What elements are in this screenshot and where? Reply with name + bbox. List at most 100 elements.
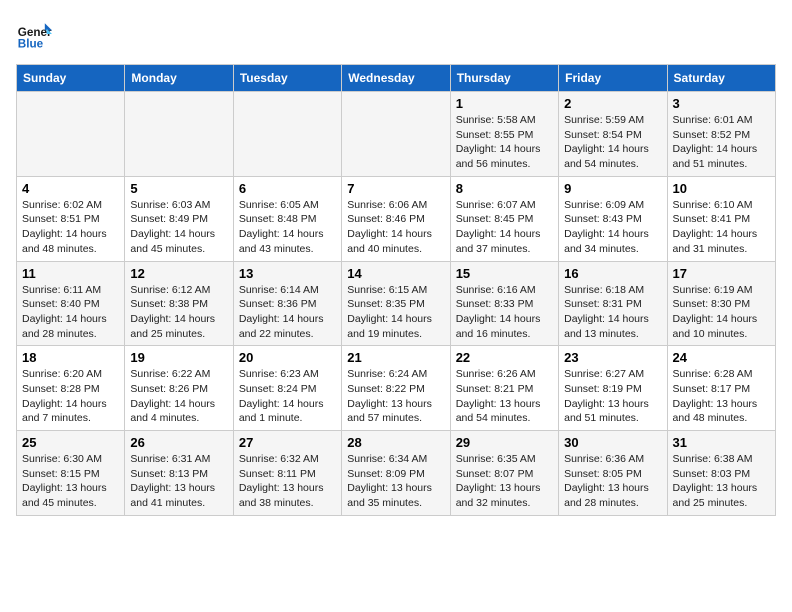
empty-cell — [125, 92, 233, 177]
day-cell-9: 9 Sunrise: 6:09 AMSunset: 8:43 PMDaylight… — [559, 176, 667, 261]
day-header-friday: Friday — [559, 65, 667, 92]
day-cell-13: 13 Sunrise: 6:14 AMSunset: 8:36 PMDayligh… — [233, 261, 341, 346]
empty-cell — [233, 92, 341, 177]
day-info: Sunrise: 6:36 AMSunset: 8:05 PMDaylight:… — [564, 452, 661, 511]
day-info: Sunrise: 6:14 AMSunset: 8:36 PMDaylight:… — [239, 283, 336, 342]
day-cell-22: 22 Sunrise: 6:26 AMSunset: 8:21 PMDayligh… — [450, 346, 558, 431]
day-number: 5 — [130, 181, 227, 196]
day-header-thursday: Thursday — [450, 65, 558, 92]
day-info: Sunrise: 6:23 AMSunset: 8:24 PMDaylight:… — [239, 367, 336, 426]
day-number: 26 — [130, 435, 227, 450]
week-row-4: 25 Sunrise: 6:30 AMSunset: 8:15 PMDayligh… — [17, 431, 776, 516]
day-cell-21: 21 Sunrise: 6:24 AMSunset: 8:22 PMDayligh… — [342, 346, 450, 431]
day-number: 29 — [456, 435, 553, 450]
day-cell-28: 28Sunrise: 6:34 AMSunset: 8:09 PMDayligh… — [342, 431, 450, 516]
day-cell-5: 5 Sunrise: 6:03 AMSunset: 8:49 PMDaylight… — [125, 176, 233, 261]
day-info: Sunrise: 6:26 AMSunset: 8:21 PMDaylight:… — [456, 367, 553, 426]
day-info: Sunrise: 5:58 AMSunset: 8:55 PMDaylight:… — [456, 113, 553, 172]
day-number: 31 — [673, 435, 770, 450]
day-cell-19: 19Sunrise: 6:22 AMSunset: 8:26 PMDayligh… — [125, 346, 233, 431]
empty-cell — [342, 92, 450, 177]
day-cell-30: 30Sunrise: 6:36 AMSunset: 8:05 PMDayligh… — [559, 431, 667, 516]
calendar-header-row: SundayMondayTuesdayWednesdayThursdayFrid… — [17, 65, 776, 92]
day-cell-1: 1 Sunrise: 5:58 AMSunset: 8:55 PMDaylight… — [450, 92, 558, 177]
day-header-sunday: Sunday — [17, 65, 125, 92]
day-number: 6 — [239, 181, 336, 196]
day-cell-29: 29 Sunrise: 6:35 AMSunset: 8:07 PMDayligh… — [450, 431, 558, 516]
day-cell-31: 31 Sunrise: 6:38 AMSunset: 8:03 PMDayligh… — [667, 431, 775, 516]
day-info: Sunrise: 6:19 AMSunset: 8:30 PMDaylight:… — [673, 283, 770, 342]
day-cell-14: 14 Sunrise: 6:15 AMSunset: 8:35 PMDayligh… — [342, 261, 450, 346]
day-cell-16: 16Sunrise: 6:18 AMSunset: 8:31 PMDayligh… — [559, 261, 667, 346]
day-info: Sunrise: 6:11 AMSunset: 8:40 PMDaylight:… — [22, 283, 119, 342]
day-info: Sunrise: 6:28 AMSunset: 8:17 PMDaylight:… — [673, 367, 770, 426]
week-row-2: 11 Sunrise: 6:11 AMSunset: 8:40 PMDayligh… — [17, 261, 776, 346]
week-row-1: 4 Sunrise: 6:02 AMSunset: 8:51 PMDaylight… — [17, 176, 776, 261]
day-info: Sunrise: 6:06 AMSunset: 8:46 PMDaylight:… — [347, 198, 444, 257]
day-info: Sunrise: 6:16 AMSunset: 8:33 PMDaylight:… — [456, 283, 553, 342]
day-cell-12: 12 Sunrise: 6:12 AMSunset: 8:38 PMDayligh… — [125, 261, 233, 346]
calendar-body: 1 Sunrise: 5:58 AMSunset: 8:55 PMDaylight… — [17, 92, 776, 516]
day-number: 3 — [673, 96, 770, 111]
day-number: 23 — [564, 350, 661, 365]
day-info: Sunrise: 6:02 AMSunset: 8:51 PMDaylight:… — [22, 198, 119, 257]
day-header-wednesday: Wednesday — [342, 65, 450, 92]
day-number: 11 — [22, 266, 119, 281]
day-number: 27 — [239, 435, 336, 450]
day-number: 16 — [564, 266, 661, 281]
day-number: 28 — [347, 435, 444, 450]
day-number: 14 — [347, 266, 444, 281]
day-cell-10: 10 Sunrise: 6:10 AMSunset: 8:41 PMDayligh… — [667, 176, 775, 261]
day-number: 12 — [130, 266, 227, 281]
day-number: 24 — [673, 350, 770, 365]
day-number: 17 — [673, 266, 770, 281]
day-cell-25: 25 Sunrise: 6:30 AMSunset: 8:15 PMDayligh… — [17, 431, 125, 516]
day-number: 25 — [22, 435, 119, 450]
day-info: Sunrise: 5:59 AMSunset: 8:54 PMDaylight:… — [564, 113, 661, 172]
day-info: Sunrise: 6:22 AMSunset: 8:26 PMDaylight:… — [130, 367, 227, 426]
day-cell-18: 18 Sunrise: 6:20 AMSunset: 8:28 PMDayligh… — [17, 346, 125, 431]
day-info: Sunrise: 6:27 AMSunset: 8:19 PMDaylight:… — [564, 367, 661, 426]
day-info: Sunrise: 6:09 AMSunset: 8:43 PMDaylight:… — [564, 198, 661, 257]
day-header-tuesday: Tuesday — [233, 65, 341, 92]
day-number: 10 — [673, 181, 770, 196]
calendar-table: SundayMondayTuesdayWednesdayThursdayFrid… — [16, 64, 776, 516]
day-info: Sunrise: 6:05 AMSunset: 8:48 PMDaylight:… — [239, 198, 336, 257]
day-number: 9 — [564, 181, 661, 196]
day-number: 21 — [347, 350, 444, 365]
day-number: 22 — [456, 350, 553, 365]
day-info: Sunrise: 6:24 AMSunset: 8:22 PMDaylight:… — [347, 367, 444, 426]
day-cell-20: 20Sunrise: 6:23 AMSunset: 8:24 PMDayligh… — [233, 346, 341, 431]
day-cell-6: 6 Sunrise: 6:05 AMSunset: 8:48 PMDaylight… — [233, 176, 341, 261]
day-info: Sunrise: 6:31 AMSunset: 8:13 PMDaylight:… — [130, 452, 227, 511]
empty-cell — [17, 92, 125, 177]
day-info: Sunrise: 6:15 AMSunset: 8:35 PMDaylight:… — [347, 283, 444, 342]
day-number: 15 — [456, 266, 553, 281]
day-number: 4 — [22, 181, 119, 196]
day-info: Sunrise: 6:38 AMSunset: 8:03 PMDaylight:… — [673, 452, 770, 511]
day-cell-17: 17 Sunrise: 6:19 AMSunset: 8:30 PMDayligh… — [667, 261, 775, 346]
week-row-0: 1 Sunrise: 5:58 AMSunset: 8:55 PMDaylight… — [17, 92, 776, 177]
day-cell-11: 11 Sunrise: 6:11 AMSunset: 8:40 PMDayligh… — [17, 261, 125, 346]
svg-text:Blue: Blue — [18, 38, 44, 51]
day-number: 1 — [456, 96, 553, 111]
logo-icon: General Blue — [16, 16, 52, 52]
day-info: Sunrise: 6:03 AMSunset: 8:49 PMDaylight:… — [130, 198, 227, 257]
day-cell-23: 23 Sunrise: 6:27 AMSunset: 8:19 PMDayligh… — [559, 346, 667, 431]
day-info: Sunrise: 6:20 AMSunset: 8:28 PMDaylight:… — [22, 367, 119, 426]
day-cell-3: 3 Sunrise: 6:01 AMSunset: 8:52 PMDaylight… — [667, 92, 775, 177]
day-info: Sunrise: 6:10 AMSunset: 8:41 PMDaylight:… — [673, 198, 770, 257]
day-info: Sunrise: 6:30 AMSunset: 8:15 PMDaylight:… — [22, 452, 119, 511]
logo: General Blue — [16, 16, 52, 52]
day-number: 18 — [22, 350, 119, 365]
day-number: 13 — [239, 266, 336, 281]
day-info: Sunrise: 6:01 AMSunset: 8:52 PMDaylight:… — [673, 113, 770, 172]
day-info: Sunrise: 6:12 AMSunset: 8:38 PMDaylight:… — [130, 283, 227, 342]
day-info: Sunrise: 6:07 AMSunset: 8:45 PMDaylight:… — [456, 198, 553, 257]
day-cell-2: 2 Sunrise: 5:59 AMSunset: 8:54 PMDaylight… — [559, 92, 667, 177]
day-number: 2 — [564, 96, 661, 111]
page-header: General Blue — [16, 16, 776, 52]
day-cell-15: 15 Sunrise: 6:16 AMSunset: 8:33 PMDayligh… — [450, 261, 558, 346]
day-cell-4: 4 Sunrise: 6:02 AMSunset: 8:51 PMDaylight… — [17, 176, 125, 261]
day-info: Sunrise: 6:35 AMSunset: 8:07 PMDaylight:… — [456, 452, 553, 511]
